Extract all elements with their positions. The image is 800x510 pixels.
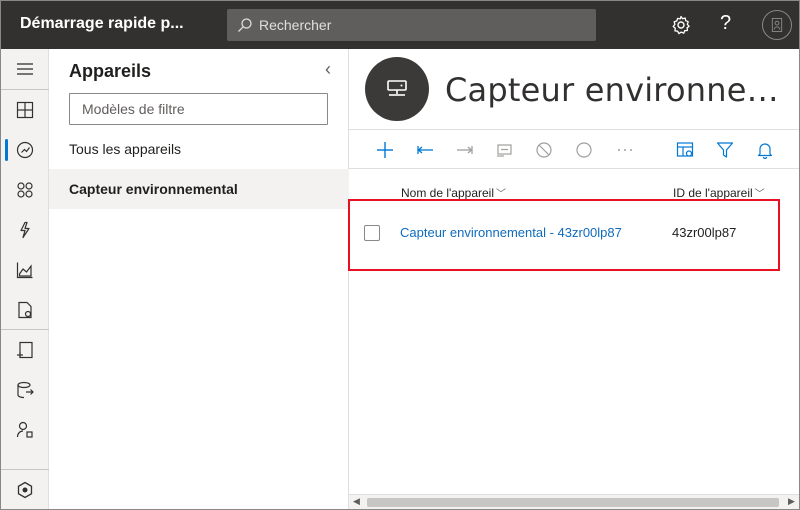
panel-title: Appareils [69,61,152,81]
app-frame: Démarrage rapide p... Rechercher ? Appar… [0,0,800,510]
column-header-device-id[interactable]: ID de l'appareil ﹀ [673,185,765,200]
analytics-icon[interactable] [1,250,49,290]
notifications-bell-icon[interactable] [754,139,776,161]
nav-item-environmental-sensor[interactable]: Capteur environnemental [49,169,349,209]
new-device-plus-icon[interactable] [374,139,396,161]
filter-input[interactable] [69,93,328,125]
help-icon[interactable]: ? [720,12,731,35]
column-options-icon[interactable] [674,139,696,161]
scroll-left-arrow-icon[interactable]: ◀ [353,496,360,507]
scroll-right-arrow-icon[interactable]: ▶ [788,496,795,507]
scroll-thumb[interactable] [367,498,779,507]
settings-icon[interactable] [1,470,49,509]
device-templates-icon[interactable] [1,330,49,370]
app-title[interactable]: Démarrage rapide p... [20,15,184,33]
rules-icon[interactable] [1,210,49,250]
command-bar [349,129,799,169]
dashboard-icon[interactable] [1,90,49,130]
left-rail [1,49,49,509]
hamburger-menu-icon[interactable] [1,49,49,89]
column-header-device-name-label: Nom de l'appareil [401,186,495,200]
top-bar: Démarrage rapide p... Rechercher ? [1,1,799,49]
filter-funnel-icon[interactable] [714,139,736,161]
sort-chevron-icon: ﹀ [496,189,507,200]
column-header-device-id-label: ID de l'appareil [673,186,753,200]
migrate-icon [494,139,516,161]
export-arrow-icon [454,139,476,161]
main-content: Capteur environne… Nom de l'appareil ﹀ I… [349,49,799,509]
unblock-circle-icon [573,139,595,161]
devices-panel: Appareils ‹ Tous les appareils Capteur e… [49,49,349,509]
block-icon [533,139,555,161]
search-placeholder: Rechercher [259,17,332,33]
device-groups-icon[interactable] [1,170,49,210]
permissions-icon[interactable] [1,410,49,450]
user-avatar[interactable] [762,10,792,40]
device-template-title: Capteur environne… [445,71,779,109]
devices-icon[interactable] [1,130,49,170]
data-export-icon[interactable] [1,370,49,410]
import-arrow-icon[interactable] [414,139,436,161]
collapse-chevron-icon[interactable]: ‹ [325,59,331,80]
horizontal-scrollbar[interactable]: ◀ ▶ [349,494,799,509]
column-header-device-name[interactable]: Nom de l'appareil ﹀ [401,185,506,200]
search-box[interactable]: Rechercher [227,9,596,41]
search-icon [237,17,253,33]
sort-chevron-icon: ﹀ [754,189,765,200]
device-template-icon [365,57,429,121]
highlight-box [348,199,780,271]
more-options-icon[interactable] [614,139,636,161]
filter-templates-input[interactable] [70,94,327,124]
nav-item-all-devices[interactable]: Tous les appareils [49,129,349,169]
settings-gear-icon[interactable] [669,13,693,37]
jobs-icon[interactable] [1,290,49,330]
